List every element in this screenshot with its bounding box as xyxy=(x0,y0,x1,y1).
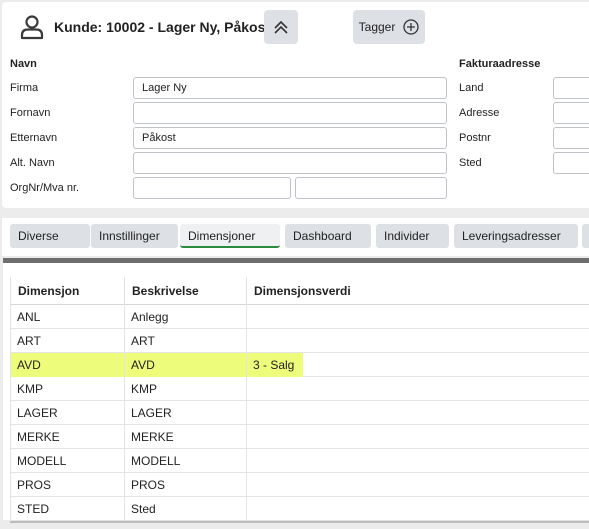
cell-beskrivelse[interactable]: AVD xyxy=(125,353,247,377)
cell-dimensjon[interactable]: PROS xyxy=(11,473,125,497)
grid-header: Dimensjon Beskrivelse Dimensjonsverdi xyxy=(10,277,589,305)
tab-dimensjoner[interactable]: Dimensjoner xyxy=(180,224,280,248)
cell-beskrivelse[interactable]: KMP xyxy=(125,377,247,401)
firma-input[interactable]: Lager Ny xyxy=(133,77,447,99)
fornavn-input[interactable] xyxy=(133,102,447,124)
column-header-dimensjonsverdi[interactable]: Dimensjonsverdi xyxy=(247,277,589,305)
page-title: Kunde: 10002 - Lager Ny, Påkost xyxy=(54,19,271,35)
tab-overflow[interactable] xyxy=(582,224,589,248)
chevron-up-icon xyxy=(274,20,288,34)
cell-dimensjonsverdi[interactable] xyxy=(247,329,589,353)
cell-dimensjonsverdi[interactable] xyxy=(247,449,589,473)
adresse-label: Adresse xyxy=(459,107,500,119)
firma-label: Firma xyxy=(10,82,39,94)
column-header-beskrivelse[interactable]: Beskrivelse xyxy=(125,277,247,305)
grid-bottom-border xyxy=(10,521,589,523)
tab-innstillinger[interactable]: Innstillinger xyxy=(91,224,178,248)
tab-bar: Diverse Innstillinger Dimensjoner Dashbo… xyxy=(2,218,589,256)
etternavn-input[interactable]: Påkost xyxy=(133,127,447,149)
cell-dimensjonsverdi[interactable]: 3 - Salg xyxy=(247,353,303,377)
tab-diverse[interactable]: Diverse xyxy=(10,224,90,248)
cell-dimensjon[interactable]: MODELL xyxy=(11,449,125,473)
cell-beskrivelse[interactable]: PROS xyxy=(125,473,247,497)
tags-button[interactable]: Tagger xyxy=(353,10,425,44)
cell-dimensjon[interactable]: AVD xyxy=(11,353,125,377)
table-row[interactable]: MODELL MODELL xyxy=(10,449,589,473)
adresse-input[interactable] xyxy=(553,102,589,124)
cell-dimensjonsverdi[interactable] xyxy=(247,425,589,449)
table-row[interactable]: AVD AVD 3 - Salg xyxy=(10,353,589,377)
cell-dimensjon[interactable]: ANL xyxy=(11,305,125,329)
table-row[interactable]: PROS PROS xyxy=(10,473,589,497)
cell-beskrivelse[interactable]: MODELL xyxy=(125,449,247,473)
cell-dimensjon[interactable]: KMP xyxy=(11,377,125,401)
table-row[interactable]: STED Sted xyxy=(10,497,589,521)
cell-beskrivelse[interactable]: Sted xyxy=(125,497,247,521)
etternavn-label: Etternavn xyxy=(10,132,58,144)
cell-dimensjonsverdi[interactable] xyxy=(247,377,589,401)
tab-dashboard[interactable]: Dashboard xyxy=(285,224,371,248)
cell-dimensjonsverdi[interactable] xyxy=(247,305,589,329)
cell-beskrivelse[interactable]: LAGER xyxy=(125,401,247,425)
orgnr-label: OrgNr/Mva nr. xyxy=(10,182,80,194)
add-circle-icon xyxy=(403,19,419,35)
collapse-button[interactable] xyxy=(264,10,298,44)
cell-dimensjon[interactable]: MERKE xyxy=(11,425,125,449)
cell-dimensjonsverdi[interactable] xyxy=(247,401,589,425)
cell-dimensjon[interactable]: LAGER xyxy=(11,401,125,425)
cell-beskrivelse[interactable]: MERKE xyxy=(125,425,247,449)
user-icon xyxy=(20,15,44,40)
fornavn-label: Fornavn xyxy=(10,107,51,119)
name-section-heading: Navn xyxy=(10,58,37,70)
postnr-input[interactable] xyxy=(553,127,589,149)
land-label: Land xyxy=(459,82,484,94)
cell-dimensjon[interactable]: STED xyxy=(11,497,125,521)
table-row[interactable]: LAGER LAGER xyxy=(10,401,589,425)
land-input[interactable] xyxy=(553,77,589,99)
table-row[interactable]: MERKE MERKE xyxy=(10,425,589,449)
customer-card: Kunde: 10002 - Lager Ny, Påkost Tagger N… xyxy=(2,2,589,208)
grid-body: ANL Anlegg ART ART AVD AVD 3 - Salg KMP KMP LAGER… xyxy=(10,305,589,521)
table-row[interactable]: ANL Anlegg xyxy=(10,305,589,329)
table-row[interactable]: KMP KMP xyxy=(10,377,589,401)
alt-navn-input[interactable] xyxy=(133,152,447,174)
alt-navn-label: Alt. Navn xyxy=(10,157,55,169)
invoice-section-heading: Fakturaadresse xyxy=(459,58,541,70)
cell-beskrivelse[interactable]: Anlegg xyxy=(125,305,247,329)
cell-dimensjon[interactable]: ART xyxy=(11,329,125,353)
tab-leveringsadresser[interactable]: Leveringsadresser xyxy=(454,224,578,248)
mva-input[interactable] xyxy=(295,177,447,199)
cell-beskrivelse[interactable]: ART xyxy=(125,329,247,353)
dimensions-grid: Dimensjon Beskrivelse Dimensjonsverdi AN… xyxy=(3,258,589,523)
sted-input[interactable] xyxy=(553,152,589,174)
sted-label: Sted xyxy=(459,157,482,169)
table-row[interactable]: ART ART xyxy=(10,329,589,353)
orgnr-input[interactable] xyxy=(133,177,291,199)
cell-dimensjonsverdi[interactable] xyxy=(247,473,589,497)
tab-individer[interactable]: Individer xyxy=(376,224,449,248)
tags-button-label: Tagger xyxy=(358,20,396,34)
column-header-dimensjon[interactable]: Dimensjon xyxy=(11,277,125,305)
cell-dimensjonsverdi[interactable] xyxy=(247,497,589,521)
postnr-label: Postnr xyxy=(459,132,491,144)
